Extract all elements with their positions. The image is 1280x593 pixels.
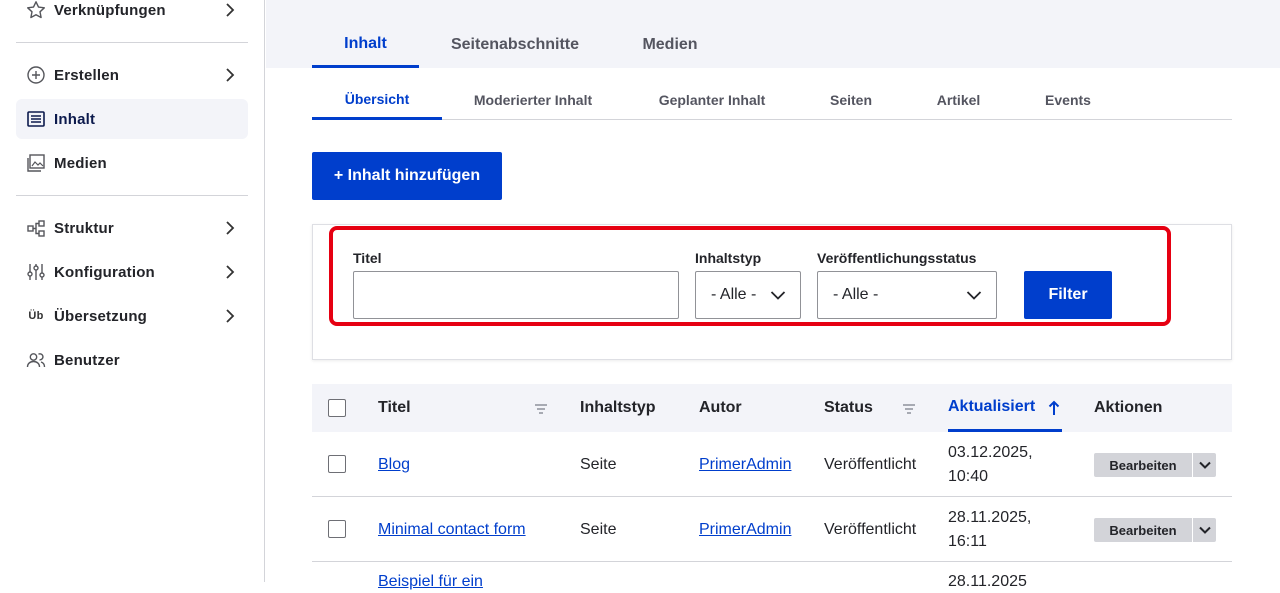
row-updated: 03.12.2025, 10:40 — [948, 432, 1033, 497]
row-type: Seite — [580, 455, 617, 473]
chevron-right-icon — [220, 65, 240, 85]
row-author-link[interactable]: PrimerAdmin — [699, 521, 791, 539]
column-header-aktionen: Aktionen — [1094, 399, 1163, 416]
secondary-tabs: Übersicht Moderierter Inhalt Geplanter I… — [312, 80, 1232, 120]
arrow-up-icon — [1048, 400, 1060, 421]
chevron-right-icon — [220, 218, 240, 238]
row-title[interactable]: Minimal contact form — [378, 497, 526, 562]
row-status: Veröffentlicht — [824, 455, 917, 473]
sidebar-item-label: Benutzer — [54, 351, 120, 369]
translation-icon: Üb — [28, 310, 44, 322]
column-header-inhaltstyp: Inhaltstyp — [580, 399, 656, 416]
tab-inhalt[interactable]: Inhalt — [312, 22, 419, 68]
actions-dropdown-toggle[interactable] — [1193, 518, 1216, 542]
column-header-label: Aktualisiert — [948, 397, 1036, 415]
sidebar-item-label: Medien — [54, 154, 107, 172]
admin-sidebar: Verknüpfungen Erstellen Inhalt Medien St… — [0, 0, 265, 582]
sidebar-item-label: Übersetzung — [54, 307, 148, 325]
row-updated-date: 03.12.2025, — [948, 443, 1033, 461]
chevron-right-icon — [220, 0, 240, 20]
sidebar-item-inhalt[interactable]: Inhalt — [16, 99, 248, 139]
star-icon — [26, 0, 46, 20]
tab-seiten[interactable]: Seiten — [816, 80, 886, 120]
row-type: Seite — [580, 520, 617, 538]
sidebar-item-label: Inhalt — [54, 110, 96, 128]
sidebar-item-medien[interactable]: Medien — [16, 143, 248, 183]
column-header-autor: Autor — [699, 399, 742, 416]
table-row: Blog Seite PrimerAdmin Veröffentlicht 03… — [312, 432, 1232, 497]
chevron-down-icon — [1198, 521, 1211, 539]
row-updated-date: 28.11.2025, — [948, 508, 1032, 526]
sidebar-item-konfiguration[interactable]: Konfiguration — [16, 252, 248, 292]
sidebar-item-verknuepfungen[interactable]: Verknüpfungen — [16, 0, 248, 30]
tab-uebersicht[interactable]: Übersicht — [312, 80, 442, 120]
row-updated-time: 16:11 — [948, 532, 987, 550]
tab-moderierter-inhalt[interactable]: Moderierter Inhalt — [458, 80, 608, 120]
row-title[interactable]: Beispiel für ein — [378, 571, 483, 593]
sidebar-item-struktur[interactable]: Struktur — [16, 208, 248, 248]
sort-icon — [902, 402, 916, 420]
row-checkbox[interactable] — [328, 520, 346, 538]
sort-icon — [534, 402, 548, 420]
sidebar-item-label: Struktur — [54, 219, 114, 237]
row-updated-date: 28.11.2025 — [948, 573, 1027, 590]
sidebar-item-label: Konfiguration — [54, 263, 155, 281]
plus-circle-icon — [26, 65, 46, 85]
chevron-down-icon — [1198, 456, 1211, 474]
users-icon — [26, 350, 46, 370]
content-list-icon — [26, 109, 46, 129]
sidebar-divider — [16, 42, 248, 43]
column-header-status[interactable]: Status — [824, 384, 916, 432]
row-author[interactable]: PrimerAdmin — [699, 497, 791, 562]
add-content-button[interactable]: + Inhalt hinzufügen — [312, 152, 502, 200]
row-title-link[interactable]: Minimal contact form — [378, 521, 526, 539]
row-actions: Bearbeiten — [1094, 453, 1216, 477]
row-author[interactable]: PrimerAdmin — [699, 432, 791, 497]
row-title-link[interactable]: Beispiel für ein — [378, 573, 483, 591]
tab-medien[interactable]: Medien — [625, 22, 715, 68]
column-header-label: Titel — [378, 399, 411, 416]
table-header: Titel Inhaltstyp Autor Status Aktualisie… — [312, 384, 1232, 432]
sidebar-divider — [16, 195, 248, 196]
tab-geplanter-inhalt[interactable]: Geplanter Inhalt — [642, 80, 782, 120]
row-title-link[interactable]: Blog — [378, 456, 410, 474]
edit-button[interactable]: Bearbeiten — [1094, 453, 1192, 477]
row-updated-time: 10:40 — [948, 467, 989, 485]
row-author-link[interactable]: PrimerAdmin — [699, 456, 791, 474]
row-status: Veröffentlicht — [824, 520, 917, 538]
structure-icon — [26, 218, 46, 238]
chevron-right-icon — [220, 262, 240, 282]
edit-button[interactable]: Bearbeiten — [1094, 518, 1192, 542]
sidebar-item-label: Verknüpfungen — [54, 1, 166, 19]
media-icon — [26, 153, 46, 173]
tab-events[interactable]: Events — [1032, 80, 1104, 120]
select-all-checkbox[interactable] — [328, 399, 346, 417]
sliders-icon — [26, 262, 46, 282]
chevron-right-icon — [220, 306, 240, 326]
table-row: Beispiel für ein 28.11.2025 — [312, 562, 1232, 590]
column-header-titel[interactable]: Titel — [378, 384, 548, 432]
sidebar-item-uebersetzung[interactable]: Üb Übersetzung — [16, 296, 248, 336]
row-actions: Bearbeiten — [1094, 518, 1216, 542]
tab-seitenabschnitte[interactable]: Seitenabschnitte — [435, 22, 595, 68]
column-header-label: Status — [824, 399, 873, 416]
highlight-box — [329, 226, 1171, 326]
tab-artikel[interactable]: Artikel — [922, 80, 995, 120]
row-checkbox[interactable] — [328, 455, 346, 473]
row-updated: 28.11.2025, 16:11 — [948, 497, 1031, 562]
sidebar-item-benutzer[interactable]: Benutzer — [16, 340, 248, 380]
actions-dropdown-toggle[interactable] — [1193, 453, 1216, 477]
table-row: Minimal contact form Seite PrimerAdmin V… — [312, 497, 1232, 562]
row-title[interactable]: Blog — [378, 432, 410, 497]
sidebar-item-erstellen[interactable]: Erstellen — [16, 55, 248, 95]
sidebar-item-label: Erstellen — [54, 66, 120, 84]
column-header-aktualisiert[interactable]: Aktualisiert — [948, 384, 1062, 432]
